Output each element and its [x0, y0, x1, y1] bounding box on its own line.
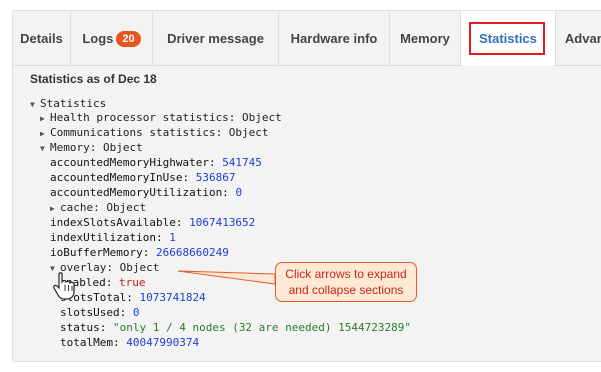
tab-driver-message-label: Driver message	[167, 31, 264, 46]
triangle-down-icon[interactable]: ▼	[30, 97, 40, 112]
value-index-utilization: 1	[169, 231, 176, 244]
tab-advanced-label: Advanced	[564, 31, 601, 46]
triangle-down-icon[interactable]: ▼	[50, 261, 60, 276]
tree-node-overlay[interactable]: ▼ overlay: Object	[50, 260, 159, 275]
tab-hardware-info[interactable]: Hardware info	[279, 11, 390, 66]
callout-line-1: Click arrows to expand	[285, 267, 407, 281]
tab-statistics[interactable]: Statistics	[461, 11, 556, 66]
tree-leaf: accountedMemoryInUse: 536867	[50, 170, 235, 185]
tab-details-label: Details	[20, 31, 63, 46]
tree-node-memory[interactable]: ▼ Memory: Object	[40, 140, 143, 155]
value-slots-used: 0	[132, 306, 140, 319]
key-index-slots-available: indexSlotsAvailable:	[50, 216, 190, 229]
tree-leaf: slotsTotal: 1073741824	[60, 290, 206, 305]
tree-leaf: indexSlotsAvailable: 1067413652	[50, 215, 255, 230]
value-accounted-memory-in-use: 536867	[195, 171, 236, 184]
value-io-buffer-memory: 26668660249	[155, 246, 229, 259]
key-index-utilization: indexUtilization:	[50, 231, 170, 244]
tree-leaf: indexUtilization: 1	[50, 230, 176, 245]
triangle-right-icon[interactable]: ▶	[40, 111, 50, 126]
tree-node-communications-label: Communications statistics: Object	[50, 126, 269, 139]
tab-hardware-info-label: Hardware info	[290, 31, 378, 46]
tab-logs-label: Logs	[82, 31, 114, 46]
tab-advanced[interactable]: Advanced	[556, 11, 601, 66]
tab-statistics-label: Statistics	[479, 31, 537, 46]
key-slots-used: slotsUsed:	[60, 306, 133, 319]
callout-line-2: and collapse sections	[288, 283, 404, 297]
key-status: status:	[60, 321, 113, 334]
tree-node-overlay-label: overlay: Object	[60, 261, 160, 274]
tab-memory[interactable]: Memory	[390, 11, 461, 66]
tree-node-cache[interactable]: ▶ cache: Object	[50, 200, 146, 215]
key-accounted-memory-highwater: accountedMemoryHighwater:	[50, 156, 223, 169]
key-io-buffer-memory: ioBufferMemory:	[50, 246, 156, 259]
tree-node-cache-label: cache: Object	[60, 201, 147, 214]
logs-count-badge: 20	[116, 30, 141, 47]
tree-node-memory-label: Memory: Object	[50, 141, 143, 154]
key-slots-total: slotsTotal:	[60, 291, 140, 304]
value-slots-total: 1073741824	[139, 291, 206, 304]
tab-bar: Details Logs 20 Driver message Hardware i…	[13, 11, 601, 66]
statistics-heading: Statistics as of Dec 18	[30, 72, 157, 86]
tree-root-label: Statistics	[40, 97, 107, 110]
tree-leaf: totalMem: 40047990374	[60, 335, 199, 350]
tab-driver-message[interactable]: Driver message	[153, 11, 279, 66]
tree-leaf: status: "only 1 / 4 nodes (32 are needed…	[60, 320, 411, 335]
tab-memory-label: Memory	[400, 31, 450, 46]
tree-leaf: accountedMemoryUtilization: 0	[50, 185, 242, 200]
value-accounted-memory-highwater: 541745	[222, 156, 262, 169]
tree-node-health[interactable]: ▶ Health processor statistics: Object	[40, 110, 282, 125]
help-callout: Click arrows to expand and collapse sect…	[275, 262, 417, 302]
value-status: "only 1 / 4 nodes (32 are needed) 154472…	[112, 321, 411, 334]
value-total-mem: 40047990374	[126, 336, 200, 349]
value-accounted-memory-utilization: 0	[235, 186, 243, 199]
tree-root[interactable]: ▼ Statistics	[30, 96, 106, 111]
key-accounted-memory-in-use: accountedMemoryInUse:	[50, 171, 196, 184]
triangle-right-icon[interactable]: ▶	[50, 201, 60, 216]
tree-leaf: nabled: true	[66, 275, 145, 290]
tree-node-health-label: Health processor statistics: Object	[50, 111, 282, 124]
value-index-slots-available: 1067413652	[189, 216, 256, 229]
triangle-down-icon[interactable]: ▼	[40, 141, 50, 156]
tree-leaf: ioBufferMemory: 26668660249	[50, 245, 229, 260]
tree-node-communications[interactable]: ▶ Communications statistics: Object	[40, 125, 269, 140]
value-enabled: true	[118, 276, 146, 289]
tab-details[interactable]: Details	[13, 11, 71, 66]
key-enabled: nabled:	[66, 276, 119, 289]
tree-leaf: accountedMemoryHighwater: 541745	[50, 155, 262, 170]
tab-logs[interactable]: Logs 20	[71, 11, 153, 66]
key-total-mem: totalMem:	[60, 336, 127, 349]
triangle-right-icon[interactable]: ▶	[40, 126, 50, 141]
key-accounted-memory-utilization: accountedMemoryUtilization:	[50, 186, 236, 199]
tree-leaf: slotsUsed: 0	[60, 305, 139, 320]
